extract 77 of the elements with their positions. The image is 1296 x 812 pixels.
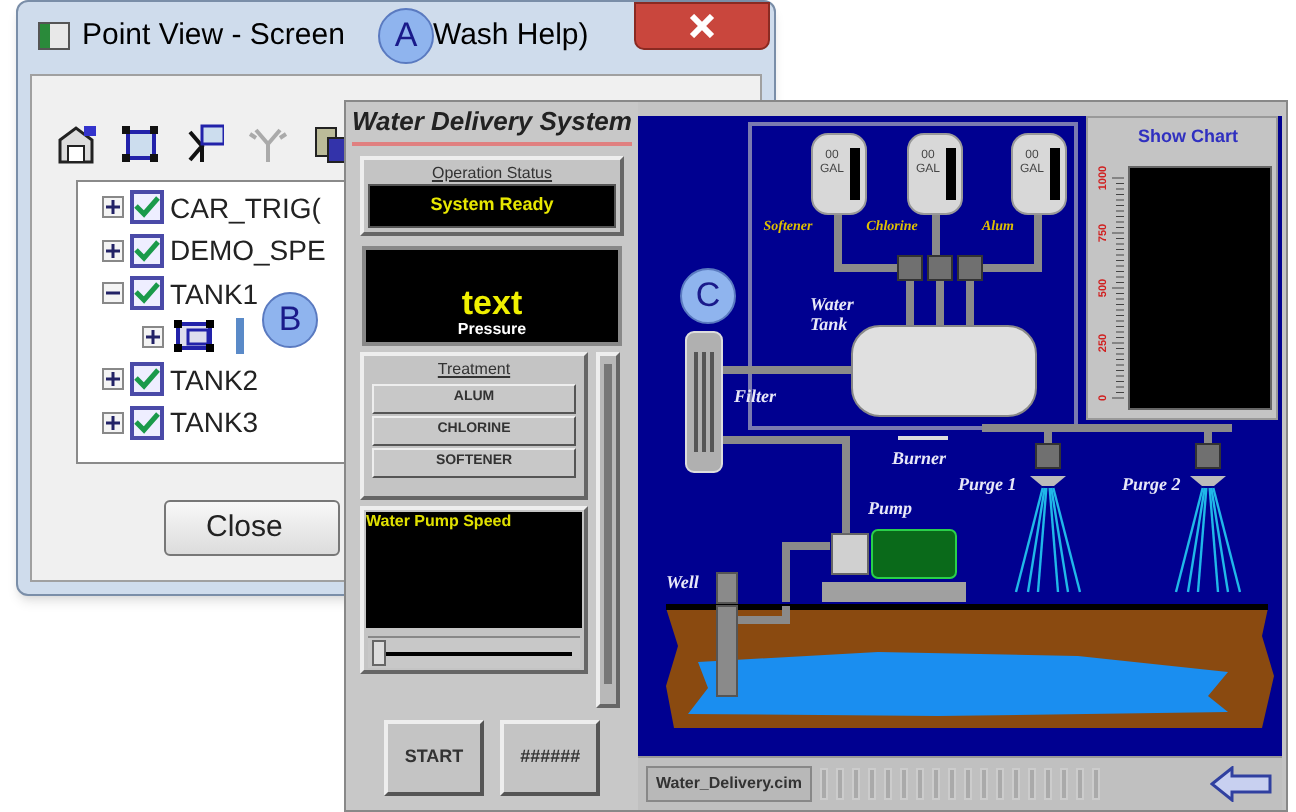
selection-frame-icon[interactable] bbox=[120, 124, 160, 164]
burner-label: Burner bbox=[892, 448, 947, 468]
collapse-button[interactable] bbox=[102, 282, 124, 305]
supply-tank-drawing bbox=[907, 133, 963, 215]
scroll-bar[interactable] bbox=[596, 352, 620, 708]
water-tank-label: Water Tank bbox=[810, 294, 854, 334]
text-cursor bbox=[236, 318, 244, 355]
plus-icon bbox=[106, 372, 120, 387]
pipe bbox=[982, 214, 1042, 272]
supply-tank-drawing bbox=[811, 133, 867, 215]
tree-item[interactable]: TANK1 bbox=[170, 279, 259, 308]
app-icon bbox=[38, 22, 70, 50]
checkbox[interactable] bbox=[130, 190, 164, 225]
expand-button[interactable] bbox=[102, 239, 124, 262]
tree-item[interactable]: TANK3 bbox=[170, 408, 259, 437]
window-title: Point View - Screen bbox=[82, 15, 345, 56]
action-button[interactable]: ###### bbox=[500, 720, 600, 796]
expand-button[interactable] bbox=[102, 196, 124, 219]
show-chart-button[interactable]: Show Chart bbox=[1108, 124, 1268, 152]
pipe bbox=[722, 436, 850, 534]
well-pipe bbox=[716, 572, 738, 604]
checkbox[interactable] bbox=[130, 233, 164, 268]
status-label: Operation Status bbox=[431, 162, 553, 184]
checkbox[interactable] bbox=[130, 405, 164, 440]
valve-icon bbox=[1195, 443, 1221, 469]
expand-button[interactable] bbox=[102, 411, 124, 434]
pump-label: Pump bbox=[868, 498, 913, 518]
plus-icon bbox=[106, 243, 120, 258]
screen-icon[interactable] bbox=[172, 318, 216, 355]
close-button[interactable]: Close bbox=[164, 500, 340, 556]
supply-tank-drawing bbox=[1011, 133, 1067, 215]
valve-icon bbox=[1035, 443, 1061, 469]
file-name: Water_Delivery.cim bbox=[646, 766, 812, 802]
valve-icon bbox=[897, 255, 923, 281]
pipe bbox=[966, 280, 974, 326]
filter-label: Filter bbox=[734, 386, 777, 406]
plus-icon bbox=[146, 329, 160, 344]
burner-line bbox=[898, 436, 948, 440]
expand-button[interactable] bbox=[102, 368, 124, 391]
close-icon bbox=[688, 14, 716, 38]
status-value: System Ready bbox=[430, 192, 554, 219]
callout-marker: C bbox=[680, 268, 736, 324]
spray-nozzle-drawing bbox=[1014, 476, 1082, 593]
well-label: Well bbox=[666, 572, 699, 592]
purge-label: Purge 1 bbox=[958, 474, 1017, 494]
tree-item[interactable]: CAR_TRIG( bbox=[170, 193, 321, 222]
plus-icon bbox=[106, 200, 120, 215]
plus-icon bbox=[106, 415, 120, 430]
purge-label: Purge 2 bbox=[1122, 474, 1181, 494]
pipe bbox=[932, 214, 940, 256]
panel-title: Water Delivery System bbox=[352, 106, 632, 146]
checkbox[interactable] bbox=[130, 362, 164, 397]
tree-link-icon[interactable] bbox=[184, 124, 224, 164]
pressure-label: Pressure bbox=[457, 320, 527, 338]
back-button[interactable] bbox=[1210, 766, 1274, 802]
action-button[interactable]: START bbox=[384, 720, 484, 796]
pipe bbox=[722, 366, 852, 374]
close-button[interactable] bbox=[634, 2, 770, 50]
window-title: Wash Help) bbox=[432, 15, 589, 56]
filter-drawing bbox=[685, 331, 723, 473]
pressure-value: text bbox=[461, 286, 523, 320]
back-arrow-icon bbox=[1210, 766, 1274, 802]
slider-thumb[interactable] bbox=[372, 640, 386, 666]
valve-icon bbox=[927, 255, 953, 281]
checkbox[interactable] bbox=[130, 276, 164, 311]
pipe bbox=[936, 280, 944, 326]
pump-drawing bbox=[822, 529, 966, 602]
minus-icon bbox=[106, 286, 120, 301]
pipe bbox=[782, 542, 830, 602]
tree-item[interactable]: DEMO_SPE bbox=[170, 236, 326, 265]
pump-speed-label: Water Pump Speed bbox=[366, 512, 514, 532]
valve-icon bbox=[957, 255, 983, 281]
treatment-label: Treatment bbox=[437, 358, 511, 382]
spray-nozzle-drawing bbox=[1174, 476, 1242, 593]
expand-button[interactable] bbox=[142, 325, 164, 348]
tree-item[interactable]: TANK2 bbox=[170, 365, 259, 394]
pipe bbox=[906, 280, 914, 326]
